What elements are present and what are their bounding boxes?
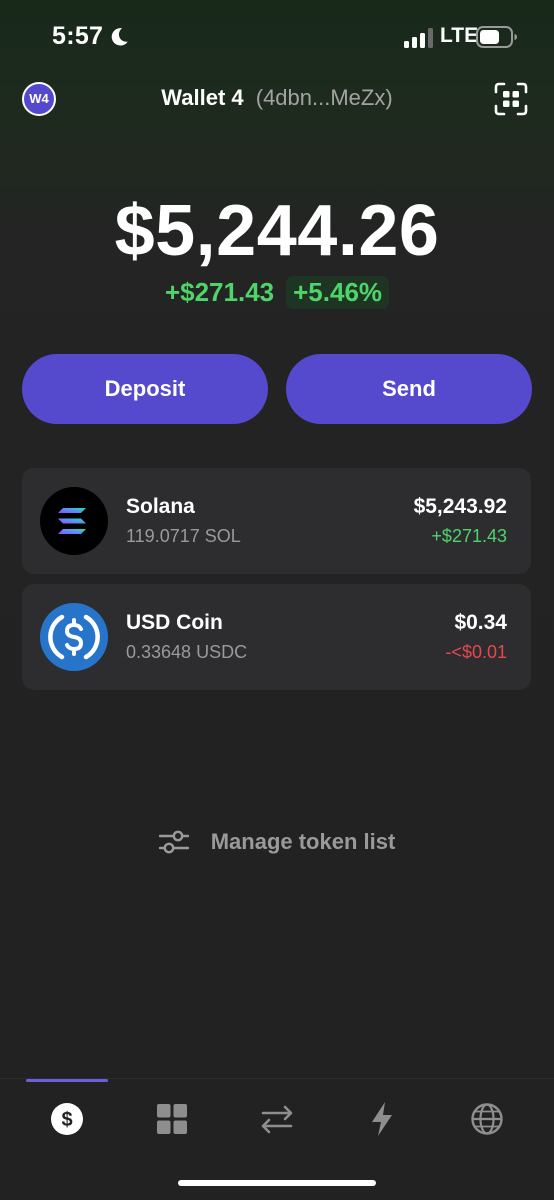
wallet-name: Wallet 4 — [161, 85, 244, 110]
token-amount: 0.33648 USDC — [126, 642, 248, 662]
qr-scan-icon[interactable] — [494, 82, 528, 116]
sliders-icon — [158, 830, 189, 854]
wallet-address: (4dbn...MeZx) — [255, 85, 393, 110]
change-amount: +$271.43 — [164, 277, 275, 307]
nav-tab-browser[interactable] — [465, 1097, 509, 1141]
nav-tab-collectibles[interactable] — [150, 1097, 194, 1141]
change-percent-badge: +5.46% — [286, 276, 390, 309]
nav-tab-swap[interactable] — [255, 1097, 299, 1141]
active-tab-indicator — [26, 1079, 108, 1082]
moon-icon — [111, 28, 128, 46]
token-row-solana[interactable]: Solana 119.0717 SOL $5,243.92 +$271.43 — [22, 468, 531, 574]
token-amount: 119.0717 SOL — [126, 526, 241, 546]
token-name: USD Coin — [126, 611, 223, 634]
solana-logo-icon — [40, 487, 108, 555]
battery-icon — [476, 26, 517, 48]
swap-arrows-icon — [261, 1105, 293, 1134]
token-value: $5,243.92 — [413, 495, 507, 518]
status-time: 5:57 — [52, 22, 104, 50]
send-button[interactable]: Send — [286, 354, 532, 424]
balance-change: +$271.43 +5.46% — [0, 276, 554, 309]
signal-icon — [404, 28, 433, 48]
home-indicator[interactable] — [178, 1180, 376, 1186]
lightning-icon — [372, 1102, 392, 1136]
token-value: $0.34 — [454, 611, 507, 634]
total-balance: $5,244.26 — [114, 191, 440, 271]
token-row-usd-coin[interactable]: USD Coin 0.33648 USDC $0.34 -<$0.01 — [22, 584, 531, 690]
token-change: +$271.43 — [431, 526, 507, 546]
status-bar: 5:57 LTE — [0, 0, 554, 70]
nav-tab-activity[interactable] — [360, 1097, 404, 1141]
dollar-icon: $ — [51, 1103, 83, 1135]
usdc-logo-icon — [40, 603, 108, 671]
grid-icon — [157, 1104, 187, 1134]
network-label: LTE — [440, 24, 479, 47]
token-change: -<$0.01 — [445, 642, 507, 662]
deposit-button[interactable]: Deposit — [22, 354, 268, 424]
wallet-selector[interactable]: Wallet 4 (4dbn...MeZx) — [0, 85, 554, 111]
manage-token-list-label: Manage token list — [210, 829, 396, 854]
globe-icon — [471, 1103, 503, 1135]
token-name: Solana — [126, 495, 195, 518]
svg-text:$: $ — [61, 1109, 72, 1131]
nav-tab-wallet[interactable]: $ — [45, 1097, 89, 1141]
manage-token-list-button[interactable]: Manage token list — [0, 822, 554, 862]
